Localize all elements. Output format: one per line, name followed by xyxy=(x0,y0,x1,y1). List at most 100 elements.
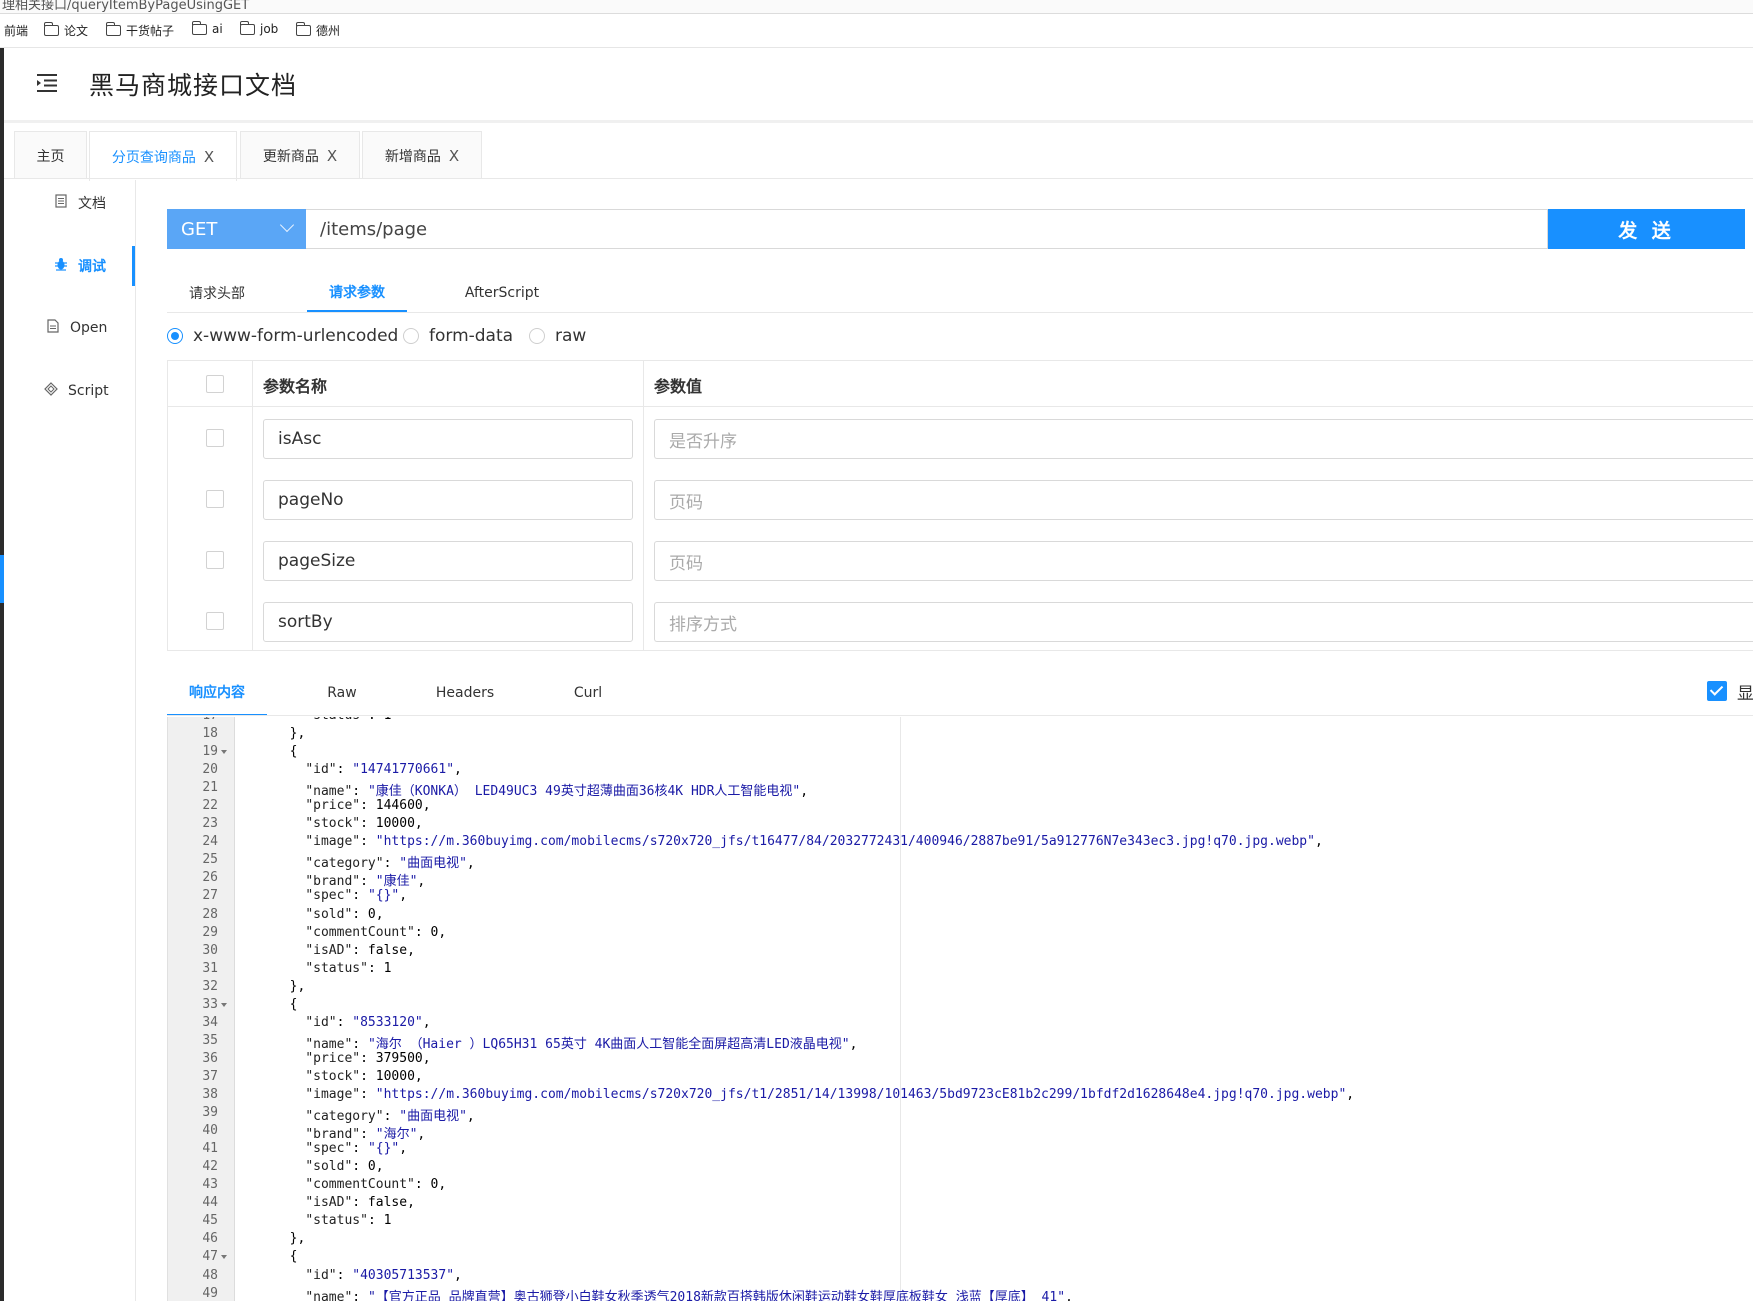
bookmark-label: job xyxy=(260,22,279,36)
sidenav-item-open[interactable]: Open xyxy=(4,308,135,348)
line-number-gutter: 17 18 19 20 21 22 23 24 25 26 27 28 29 30 31 32 33 34 35 36… xyxy=(168,717,235,1301)
param-placeholder: 页码 xyxy=(669,553,703,574)
line-number: 32 xyxy=(202,978,218,994)
row-checkbox[interactable] xyxy=(206,490,224,508)
radio-raw[interactable]: raw xyxy=(529,326,586,346)
sidenav-item-debug[interactable]: 调试 xyxy=(4,246,135,286)
tab-response-headers[interactable]: Headers xyxy=(415,670,515,716)
tab-response-raw[interactable]: Raw xyxy=(292,670,392,716)
bookmark-dezhou[interactable]: 德州 xyxy=(295,22,340,39)
line-number: 34 xyxy=(202,1014,218,1030)
tab-afterscript[interactable]: AfterScript xyxy=(452,274,552,312)
tab-divider xyxy=(4,178,1753,179)
line-number: 40 xyxy=(202,1123,218,1139)
tab-home[interactable]: 主页 xyxy=(14,131,87,179)
bookmark-posts[interactable]: 干货帖子 xyxy=(105,22,175,39)
code-line: "isAD": false, xyxy=(305,942,415,958)
fold-arrow-icon[interactable] xyxy=(221,1002,227,1007)
radio-form-data[interactable]: form-data xyxy=(403,326,513,346)
line-number: 28 xyxy=(202,906,218,922)
folder-icon xyxy=(105,22,121,36)
tab-response-curl[interactable]: Curl xyxy=(538,670,638,716)
code-line: { xyxy=(274,744,298,760)
param-placeholder: 页码 xyxy=(669,492,703,513)
bookmark-frontend[interactable]: 前端 xyxy=(4,22,28,39)
code-line: "category": "曲面电视", xyxy=(305,856,475,872)
row-checkbox[interactable] xyxy=(206,429,224,447)
code-line: }, xyxy=(274,978,306,994)
app-header: 黑马商城接口文档 xyxy=(4,48,1753,123)
param-value-input[interactable]: 排序方式 xyxy=(654,602,1753,642)
column-header-value: 参数值 xyxy=(654,377,703,396)
close-icon[interactable]: X xyxy=(449,147,459,165)
line-number: 38 xyxy=(202,1087,218,1102)
line-number: 48 xyxy=(202,1267,218,1283)
param-value-input[interactable]: 页码 xyxy=(654,480,1753,520)
param-placeholder: 排序方式 xyxy=(669,614,737,635)
code-line: "image": "https://m.360buyimg.com/mobile… xyxy=(305,1087,1355,1102)
param-value-input[interactable]: 页码 xyxy=(654,541,1753,581)
line-number: 36 xyxy=(202,1050,218,1066)
fold-arrow-icon[interactable] xyxy=(221,1255,227,1260)
row-checkbox[interactable] xyxy=(206,551,224,569)
close-icon[interactable]: X xyxy=(327,147,337,165)
tab-request-headers[interactable]: 请求头部 xyxy=(167,274,267,312)
code-line: "category": "曲面电视", xyxy=(305,1109,475,1125)
param-value-input[interactable]: 是否升序 xyxy=(654,419,1753,459)
code-line: "name": "【官方正品 品牌直营】奥古狮登小白鞋女秋季透气2018新款百搭… xyxy=(305,1289,1073,1301)
bookmark-label: 干货帖子 xyxy=(126,24,175,38)
tab-request-params[interactable]: 请求参数 xyxy=(307,274,407,312)
select-all-checkbox[interactable] xyxy=(206,375,224,393)
bookmark-papers[interactable]: 论文 xyxy=(43,22,88,39)
tab-response-content[interactable]: 响应内容 xyxy=(167,670,267,716)
response-code-editor[interactable]: 17 18 19 20 21 22 23 24 25 26 27 28 29 30 31 32 33 34 35 36… xyxy=(167,717,1753,1301)
radio-checked-icon xyxy=(167,328,183,344)
code-line: "name": "康佳（KONKA） LED49UC3 49英寸超薄曲面36核4… xyxy=(305,784,809,800)
column-header-name: 参数名称 xyxy=(263,377,328,396)
param-name-input[interactable]: sortBy xyxy=(263,602,633,642)
send-button[interactable]: 发 送 xyxy=(1548,209,1745,249)
code-line: "sold": 0, xyxy=(305,1159,384,1175)
code-line: { xyxy=(274,1249,298,1265)
sidenav-label: 调试 xyxy=(78,259,106,275)
method-select[interactable]: GET xyxy=(167,209,306,249)
line-number: 47 xyxy=(202,1249,218,1265)
close-icon[interactable]: X xyxy=(204,148,214,166)
bookmark-label: 前端 xyxy=(4,24,29,38)
param-name-input[interactable]: isAsc xyxy=(263,419,633,459)
response-tabs-divider xyxy=(167,715,1753,716)
fold-arrow-icon[interactable] xyxy=(221,750,227,755)
code-line: "stock": 10000, xyxy=(305,816,423,832)
code-line: }, xyxy=(274,726,306,741)
url-input[interactable]: /items/page xyxy=(306,209,1548,249)
tab-page-query[interactable]: 分页查询商品 X xyxy=(89,131,237,181)
line-number: 26 xyxy=(202,870,218,886)
sidenav-item-script[interactable]: Script xyxy=(4,371,135,411)
param-tabs-divider xyxy=(167,312,1753,313)
code-line: "id": "14741770661", xyxy=(305,762,462,778)
address-bar[interactable]: 理相关接口/queryItemByPageUsingGET xyxy=(0,0,1753,14)
line-number: 41 xyxy=(202,1141,218,1157)
sidenav-item-doc[interactable]: 文档 xyxy=(4,183,135,223)
radio-label: raw xyxy=(555,326,587,346)
bookmark-job[interactable]: job xyxy=(239,20,279,36)
bookmark-ai[interactable]: ai xyxy=(191,20,223,36)
radio-urlencoded[interactable]: x-www-form-urlencoded xyxy=(167,326,398,346)
code-line: "price": 379500, xyxy=(305,1050,431,1066)
print-margin xyxy=(900,717,901,1301)
show-checkbox-label: 显 xyxy=(1737,684,1753,704)
tab-update-item[interactable]: 更新商品 X xyxy=(240,131,360,179)
line-number: 49 xyxy=(202,1285,218,1301)
param-name: pageSize xyxy=(278,551,356,571)
param-name-input[interactable]: pageSize xyxy=(263,541,633,581)
row-checkbox[interactable] xyxy=(206,612,224,630)
param-name: sortBy xyxy=(278,612,333,632)
sidenav-label: 文档 xyxy=(78,196,106,212)
line-number: 24 xyxy=(202,834,218,850)
param-name-input[interactable]: pageNo xyxy=(263,480,633,520)
tab-add-item[interactable]: 新增商品 X xyxy=(362,131,482,179)
show-checkbox[interactable] xyxy=(1707,681,1727,701)
column-divider xyxy=(643,361,644,650)
code-line: "stock": 10000, xyxy=(305,1068,423,1084)
menu-fold-icon[interactable] xyxy=(35,73,59,93)
